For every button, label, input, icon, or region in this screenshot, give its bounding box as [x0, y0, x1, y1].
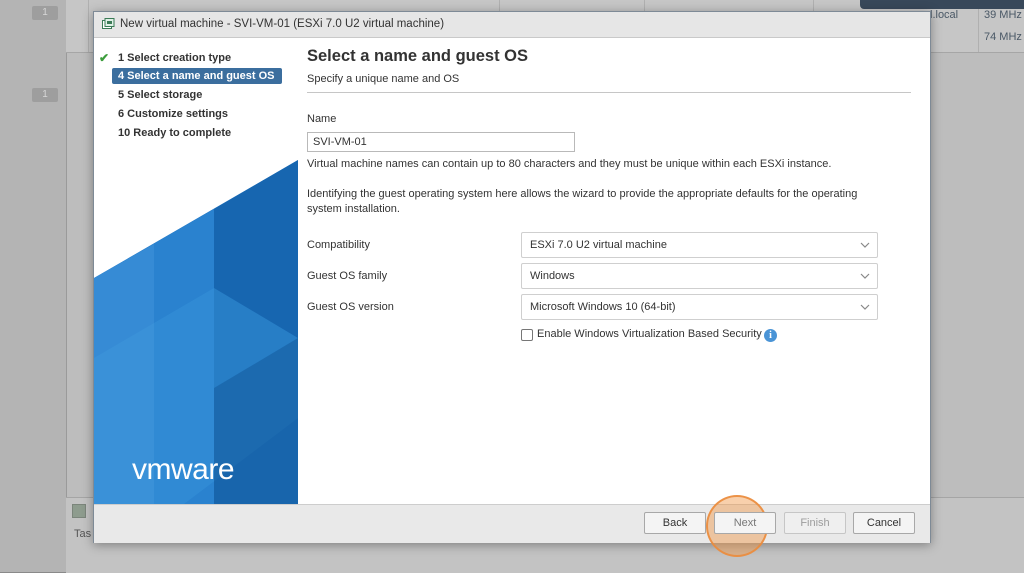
- chevron-down-icon: [860, 242, 870, 248]
- divider: [307, 92, 911, 93]
- background-tasks-label: Tas: [74, 528, 92, 540]
- background-badge: 1: [32, 6, 58, 20]
- vbs-checkbox-label[interactable]: Enable Windows Virtualization Based Secu…: [537, 328, 762, 340]
- wizard-step-label: 4 Select a name and guest OS: [118, 70, 275, 82]
- back-button[interactable]: Back: [644, 512, 706, 534]
- wizard-step-label: 1 Select creation type: [118, 52, 232, 64]
- finish-button[interactable]: Finish: [784, 512, 846, 534]
- background-badge: 1: [32, 88, 58, 102]
- dialog-titlebar: New virtual machine - SVI-VM-01 (ESXi 7.…: [94, 12, 930, 38]
- background-navigator: 1 1: [0, 0, 67, 572]
- name-label: Name: [307, 113, 337, 125]
- guest-os-family-label: Guest OS family: [307, 270, 388, 282]
- guest-os-family-value: Windows: [530, 270, 575, 282]
- name-help-text: Virtual machine names can contain up to …: [307, 158, 832, 170]
- vbs-checkbox[interactable]: [521, 329, 533, 341]
- page-subtitle: Specify a unique name and OS: [307, 73, 460, 85]
- cancel-button[interactable]: Cancel: [853, 512, 915, 534]
- guest-os-version-value: Microsoft Windows 10 (64-bit): [530, 301, 676, 313]
- wizard-step-customize[interactable]: 6 Customize settings: [112, 106, 282, 122]
- compatibility-select[interactable]: ESXi 7.0 U2 virtual machine: [521, 232, 878, 258]
- background-cell: l.local: [930, 9, 959, 21]
- guest-os-version-select[interactable]: Microsoft Windows 10 (64-bit): [521, 294, 878, 320]
- wizard-step-label: 5 Select storage: [118, 89, 203, 101]
- checkmark-icon: ✔: [99, 51, 110, 65]
- wizard-content: Select a name and guest OS Specify a uni…: [307, 38, 911, 504]
- compatibility-value: ESXi 7.0 U2 virtual machine: [530, 239, 667, 251]
- page-title: Select a name and guest OS: [307, 47, 528, 65]
- dialog-title: New virtual machine - SVI-VM-01 (ESXi 7.…: [120, 18, 445, 30]
- guest-os-help-text: Identifying the guest operating system h…: [307, 188, 858, 215]
- chevron-down-icon: [860, 304, 870, 310]
- background-cell: 39 MHz: [984, 9, 1022, 21]
- wizard-steps-panel: ✔ 1 Select creation type 4 Select a name…: [94, 38, 298, 504]
- guest-os-version-label: Guest OS version: [307, 301, 394, 313]
- vmware-logo: vmware: [132, 453, 262, 486]
- wizard-step-creation-type[interactable]: ✔ 1 Select creation type: [99, 50, 282, 66]
- wizard-step-storage[interactable]: 5 Select storage: [112, 87, 282, 103]
- virtual-machine-icon: [102, 18, 115, 29]
- vmware-logo-text: vmware: [132, 453, 235, 486]
- background-cell: 74 MHz: [984, 31, 1022, 43]
- new-vm-wizard-dialog: New virtual machine - SVI-VM-01 (ESXi 7.…: [93, 11, 931, 557]
- wizard-step-name-guest-os[interactable]: 4 Select a name and guest OS: [112, 68, 282, 84]
- compatibility-label: Compatibility: [307, 239, 370, 251]
- dialog-footer: Back Next Finish Cancel: [94, 495, 930, 557]
- tasks-icon: [72, 504, 86, 518]
- vm-name-input[interactable]: [307, 132, 575, 152]
- wizard-step-label: 10 Ready to complete: [118, 127, 232, 139]
- next-button[interactable]: Next: [714, 512, 776, 534]
- info-icon[interactable]: i: [764, 329, 777, 342]
- chevron-down-icon: [860, 273, 870, 279]
- background-header-bar: [860, 0, 1024, 9]
- wizard-step-ready[interactable]: 10 Ready to complete: [112, 125, 282, 141]
- wizard-step-label: 6 Customize settings: [118, 108, 229, 120]
- guest-os-family-select[interactable]: Windows: [521, 263, 878, 289]
